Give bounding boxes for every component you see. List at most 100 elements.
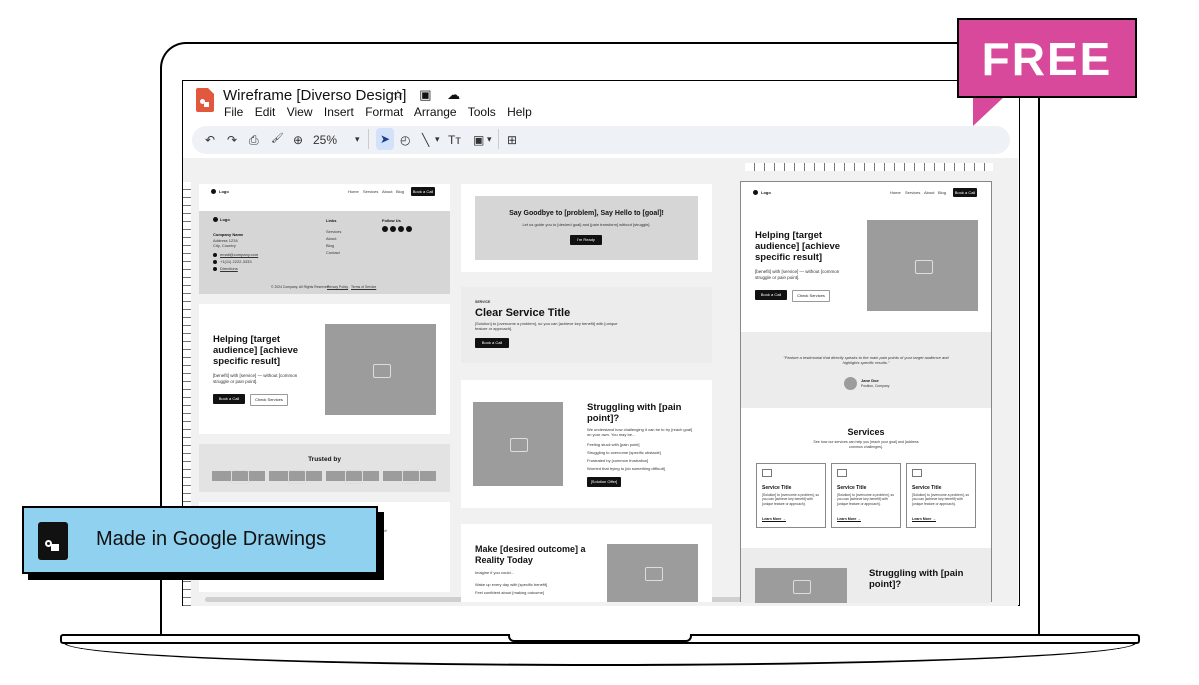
- select-tool-icon[interactable]: ➤: [376, 128, 394, 150]
- p-hero-secondary: Check Services: [792, 290, 830, 302]
- wireframe-trusted[interactable]: Trusted by: [199, 444, 450, 492]
- p-struggle-image: [755, 568, 847, 603]
- card-title: Service Title: [912, 485, 942, 491]
- text-box-icon[interactable]: Tт: [448, 133, 461, 147]
- free-badge-tail: [973, 96, 1005, 126]
- service-cta: Book a Call: [475, 338, 509, 348]
- wireframe-goodbye[interactable]: Say Goodbye to [problem], Say Hello to […: [461, 184, 712, 272]
- line-tool-icon[interactable]: ╲: [422, 133, 429, 147]
- p-testimonial-name: Jane Doe: [861, 378, 879, 383]
- toolbar-divider: [368, 129, 369, 149]
- card-body: [Solution] to [overcome a problem], so y…: [912, 493, 970, 506]
- struggle-title: Struggling with [pain point]?: [587, 402, 682, 424]
- card-learn-more: Learn More →: [762, 517, 786, 521]
- make-image-placeholder: [607, 544, 698, 602]
- footer-privacy: Privacy Policy: [327, 285, 349, 289]
- wireframe-service[interactable]: SERVICE Clear Service Title [Solution] t…: [461, 287, 712, 363]
- trusted-logo-1: [212, 470, 265, 484]
- p-testimonial-quote: "Feature a testimonial that directly spe…: [783, 355, 949, 365]
- make-sub: Imagine if you could...: [475, 570, 514, 575]
- wireframe-struggle[interactable]: Struggling with [pain point]? We underst…: [461, 380, 712, 508]
- undo-icon[interactable]: ↶: [205, 133, 215, 147]
- logo-icon: [211, 189, 216, 194]
- goodbye-title: Say Goodbye to [problem], Say Hello to […: [509, 210, 664, 217]
- image-dropdown-icon[interactable]: ▾: [487, 134, 492, 145]
- p-hero-cta: Book a Call: [755, 290, 787, 300]
- line-dropdown-icon[interactable]: ▾: [435, 134, 440, 145]
- drawings-app-icon[interactable]: [196, 88, 214, 112]
- footer-phone: +1(11) 2222-3333: [220, 259, 252, 264]
- p-service-card-3: Service Title [Solution] to [overcome a …: [906, 463, 976, 528]
- p-services-sub: See how our services can help you [reach…: [813, 440, 919, 449]
- shape-tool-icon[interactable]: ◴: [400, 133, 410, 147]
- footer-logo: Logo: [220, 217, 230, 222]
- footer-directions: Directions: [220, 266, 238, 271]
- print-icon[interactable]: ⎙: [249, 133, 259, 148]
- hero-body: [benefit] with [service] — without [comm…: [213, 373, 298, 384]
- struggle-image-placeholder: [473, 402, 563, 486]
- menu-tools[interactable]: Tools: [468, 105, 496, 119]
- document-title[interactable]: Wireframe [Diverso Design]: [223, 87, 406, 104]
- map-pin-icon: [213, 267, 217, 271]
- zoom-level[interactable]: 25%: [313, 133, 337, 147]
- hero-cta: Book a Call: [213, 394, 245, 404]
- p-testimonial-role: Position, Company: [861, 384, 890, 388]
- wireframe-make-reality[interactable]: Make [desired outcome] a Reality Today I…: [461, 524, 712, 602]
- zoom-icon[interactable]: ⊕: [293, 133, 303, 147]
- menu-insert[interactable]: Insert: [324, 105, 354, 119]
- footer-link-blog: Blog: [326, 243, 335, 248]
- menu-edit[interactable]: Edit: [255, 105, 276, 119]
- toolbar: ↶ ↷ ⎙ 🖌 ⊕ 25% ▾ ➤ ◴ ╲ ▾ Tт ▣ ▾ ⊞: [192, 126, 1010, 154]
- struggle-item-4: Worried that trying to [do something dif…: [587, 466, 665, 471]
- made-in-text: Made in Google Drawings: [96, 528, 327, 550]
- mail-icon: [213, 253, 217, 257]
- redo-icon[interactable]: ↷: [227, 133, 237, 147]
- menu-format[interactable]: Format: [365, 105, 403, 119]
- nav-home: Home: [348, 189, 359, 194]
- footer-email: email@company.com: [220, 252, 259, 257]
- toolbar-divider: [498, 129, 499, 149]
- service-title: Clear Service Title: [475, 307, 571, 319]
- trusted-title: Trusted by: [308, 456, 341, 463]
- social-icon-4: [406, 226, 412, 232]
- menu-view[interactable]: View: [287, 105, 313, 119]
- card-image-icon: [837, 469, 847, 477]
- wf-logo: Logo: [219, 189, 229, 194]
- p-nav-services: Services: [905, 190, 921, 195]
- footer-copyright: © 2024 Company. All Rights Reserved.: [271, 285, 330, 289]
- phone-icon: [213, 260, 217, 264]
- menu-arrange[interactable]: Arrange: [414, 105, 457, 119]
- comment-add-icon[interactable]: ⊞: [507, 133, 517, 147]
- wireframe-full-page[interactable]: Logo Home Services About Blog Book a Cal…: [740, 181, 992, 603]
- free-badge: FREE: [957, 18, 1137, 98]
- hero-secondary: Check Services: [250, 394, 288, 406]
- social-icon-2: [390, 226, 396, 232]
- wireframe-hero[interactable]: Helping [target audience] [achieve speci…: [199, 304, 450, 434]
- zoom-dropdown-icon[interactable]: ▾: [355, 134, 360, 145]
- menu-file[interactable]: File: [224, 105, 243, 119]
- card-body: [Solution] to [overcome a problem], so y…: [837, 493, 895, 506]
- social-icon-3: [398, 226, 404, 232]
- p-nav-home: Home: [890, 190, 901, 195]
- make-item-1: Wake up every day with [specific benefit…: [475, 582, 548, 587]
- star-folder-cloud-icons[interactable]: ☆ ▣ ☁: [392, 87, 466, 103]
- wireframe-nav-footer[interactable]: Logo Home Services About Blog Book a Cal…: [199, 184, 450, 294]
- p-testimonial-avatar: [844, 377, 857, 390]
- social-icon-1: [382, 226, 388, 232]
- card-image-icon: [762, 469, 772, 477]
- footer-follow-title: Follow Us: [382, 218, 401, 223]
- card-image-icon: [912, 469, 922, 477]
- laptop-base-curve: [64, 642, 1136, 666]
- horizontal-ruler: [745, 163, 993, 171]
- p-nav-blog: Blog: [938, 190, 947, 195]
- p-logo-icon: [753, 190, 758, 195]
- goodbye-box: [475, 196, 698, 260]
- menu-help[interactable]: Help: [507, 105, 532, 119]
- trusted-logo-2: [269, 470, 322, 484]
- p-service-card-1: Service Title [Solution] to [overcome a …: [756, 463, 826, 528]
- struggle-item-1: Feeling stuck with [pain point]: [587, 442, 640, 447]
- trusted-logo-3: [326, 470, 379, 484]
- paint-format-icon[interactable]: 🖌: [271, 133, 284, 144]
- image-icon[interactable]: ▣: [473, 133, 484, 147]
- service-kicker: SERVICE: [475, 300, 491, 304]
